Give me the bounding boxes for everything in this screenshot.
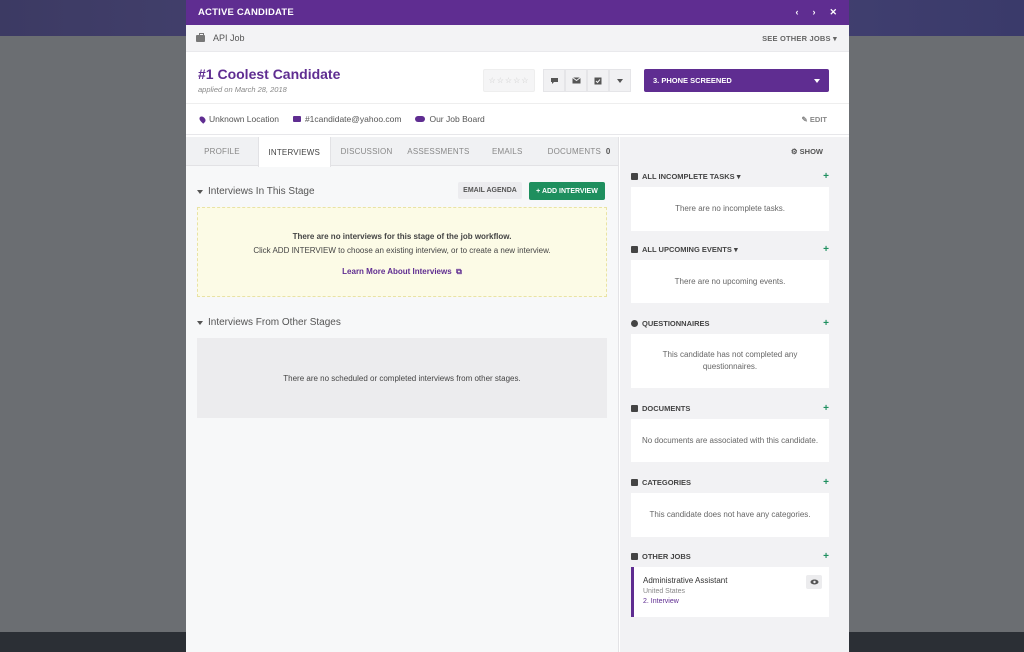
stage-interviews-title: Interviews In This Stage bbox=[208, 186, 315, 197]
other-interviews-title: Interviews From Other Stages bbox=[208, 317, 341, 328]
header-controls: ‹ › ✕ bbox=[795, 7, 837, 18]
contact-row: Unknown Location #1candidate@yahoo.com O… bbox=[186, 104, 849, 135]
cloud-icon bbox=[415, 116, 426, 122]
add-category-button[interactable]: + bbox=[823, 477, 829, 488]
add-document-button[interactable]: + bbox=[823, 403, 829, 414]
stage-interviews-empty: There are no interviews for this stage o… bbox=[197, 207, 607, 297]
job-name[interactable]: API Job bbox=[213, 33, 245, 43]
close-icon[interactable]: ✕ bbox=[829, 7, 837, 18]
tab-assessments[interactable]: ASSESSMENTS bbox=[402, 137, 474, 166]
categories-section: CATEGORIES + This candidate does not have… bbox=[631, 475, 829, 537]
see-other-jobs-button[interactable]: SEE OTHER JOBS ▾ bbox=[762, 34, 837, 43]
other-job-stage: 2. Interview bbox=[643, 598, 679, 605]
show-label: SHOW bbox=[799, 147, 823, 156]
edit-button[interactable]: ✎ EDIT bbox=[802, 115, 827, 124]
email-icon bbox=[292, 116, 301, 122]
tab-interviews[interactable]: INTERVIEWS bbox=[257, 137, 331, 167]
documents-title: DOCUMENTS bbox=[642, 403, 691, 413]
eye-icon[interactable] bbox=[806, 575, 822, 589]
document-icon bbox=[631, 404, 638, 412]
briefcase-icon bbox=[631, 552, 638, 560]
next-candidate-icon[interactable]: › bbox=[812, 7, 815, 18]
modal-header: ACTIVE CANDIDATE ‹ › ✕ bbox=[186, 0, 849, 25]
modal-title: ACTIVE CANDIDATE bbox=[198, 7, 294, 18]
events-section: ALL UPCOMING EVENTS ▾ + There are no upco… bbox=[631, 242, 829, 303]
categories-title: CATEGORIES bbox=[642, 477, 692, 487]
tab-profile[interactable]: PROFILE bbox=[186, 137, 258, 166]
prev-candidate-icon[interactable]: ‹ bbox=[795, 7, 798, 18]
checkbox-icon bbox=[631, 172, 638, 180]
email-agenda-button[interactable]: EMAIL AGENDA bbox=[458, 182, 522, 199]
location-icon bbox=[198, 114, 207, 124]
caret-down-icon[interactable] bbox=[609, 69, 631, 92]
events-empty: There are no upcoming events. bbox=[631, 260, 829, 303]
tasks-title[interactable]: ALL INCOMPLETE TASKS ▾ bbox=[642, 172, 741, 181]
main-column: PROFILE INTERVIEWS DISCUSSION ASSESSMENT… bbox=[186, 137, 619, 652]
add-event-button[interactable]: + bbox=[823, 244, 829, 255]
caret-down-icon bbox=[197, 320, 203, 325]
questionnaires-section: QUESTIONNAIRES + This candidate has not c… bbox=[631, 316, 829, 388]
mail-icon[interactable] bbox=[565, 69, 587, 92]
other-job-card[interactable]: Administrative Assistant United States 2… bbox=[631, 567, 829, 617]
tasks-empty: There are no incomplete tasks. bbox=[631, 187, 829, 231]
other-jobs-title: OTHER JOBS bbox=[642, 551, 691, 561]
caret-down-icon bbox=[197, 189, 203, 194]
candidate-email[interactable]: #1candidate@yahoo.com bbox=[305, 114, 402, 124]
question-icon bbox=[631, 319, 638, 327]
other-job-location: United States bbox=[643, 588, 686, 595]
add-interview-button[interactable]: + ADD INTERVIEW bbox=[529, 182, 605, 200]
documents-section: DOCUMENTS + No documents are associated w… bbox=[631, 401, 829, 462]
empty-message: There are no interviews for this stage o… bbox=[292, 232, 512, 241]
calendar-icon bbox=[631, 245, 638, 253]
empty-hint: Click ADD INTERVIEW to choose an existin… bbox=[253, 246, 551, 255]
tab-documents[interactable]: DOCUMENTS 0 bbox=[540, 137, 618, 166]
edit-label: EDIT bbox=[809, 114, 827, 124]
other-jobs-section: OTHER JOBS + Administrative Assistant Uni… bbox=[631, 549, 829, 617]
briefcase-icon bbox=[196, 32, 205, 42]
other-interviews-empty: There are no scheduled or completed inte… bbox=[197, 338, 607, 418]
tab-bar: PROFILE INTERVIEWS DISCUSSION ASSESSMENT… bbox=[186, 137, 618, 167]
external-link-icon: ⧉ bbox=[453, 267, 462, 276]
categories-empty: This candidate does not have any categor… bbox=[631, 493, 829, 537]
tasks-section: ALL INCOMPLETE TASKS ▾ + There are no inc… bbox=[631, 169, 829, 231]
learn-more-link[interactable]: Learn More About Interviews ⧉ bbox=[198, 267, 606, 277]
tab-documents-label: DOCUMENTS bbox=[547, 147, 601, 156]
job-bar: API Job SEE OTHER JOBS ▾ bbox=[186, 25, 849, 52]
documents-empty: No documents are associated with this ca… bbox=[631, 419, 829, 462]
action-icon-group bbox=[543, 69, 631, 92]
tab-emails[interactable]: EMAILS bbox=[474, 137, 540, 166]
sidebar: ⚙ SHOW ALL INCOMPLETE TASKS ▾ + There are… bbox=[620, 137, 849, 652]
content-area: PROFILE INTERVIEWS DISCUSSION ASSESSMENT… bbox=[186, 137, 849, 652]
other-interviews-toggle[interactable]: Interviews From Other Stages bbox=[197, 317, 341, 328]
tab-discussion[interactable]: DISCUSSION bbox=[331, 137, 403, 166]
show-toggle[interactable]: ⚙ SHOW bbox=[791, 147, 823, 156]
comment-icon[interactable] bbox=[543, 69, 565, 92]
other-job-title: Administrative Assistant bbox=[643, 576, 728, 585]
star-rating[interactable]: ☆☆☆☆☆ bbox=[483, 69, 535, 92]
events-title[interactable]: ALL UPCOMING EVENTS ▾ bbox=[642, 245, 738, 254]
folder-icon bbox=[631, 478, 638, 486]
stage-dropdown[interactable]: 3. PHONE SCREENED bbox=[644, 69, 829, 92]
checkbox-icon[interactable] bbox=[587, 69, 609, 92]
add-questionnaire-button[interactable]: + bbox=[823, 318, 829, 329]
candidate-modal: ACTIVE CANDIDATE ‹ › ✕ API Job SEE OTHER… bbox=[186, 0, 849, 652]
add-task-button[interactable]: + bbox=[823, 171, 829, 182]
candidate-header: #1 Coolest Candidate applied on March 28… bbox=[186, 52, 849, 104]
questionnaires-empty: This candidate has not completed any que… bbox=[631, 334, 829, 388]
candidate-source: Our Job Board bbox=[429, 114, 485, 124]
candidate-location: Unknown Location bbox=[209, 114, 279, 124]
documents-count: 0 bbox=[605, 147, 611, 156]
add-other-job-button[interactable]: + bbox=[823, 551, 829, 562]
stage-label: 3. PHONE SCREENED bbox=[653, 76, 732, 85]
learn-more-label: Learn More About Interviews bbox=[342, 267, 452, 276]
questionnaires-title: QUESTIONNAIRES bbox=[642, 318, 710, 328]
chevron-down-icon bbox=[814, 78, 820, 83]
stage-interviews-toggle[interactable]: Interviews In This Stage bbox=[197, 186, 315, 197]
